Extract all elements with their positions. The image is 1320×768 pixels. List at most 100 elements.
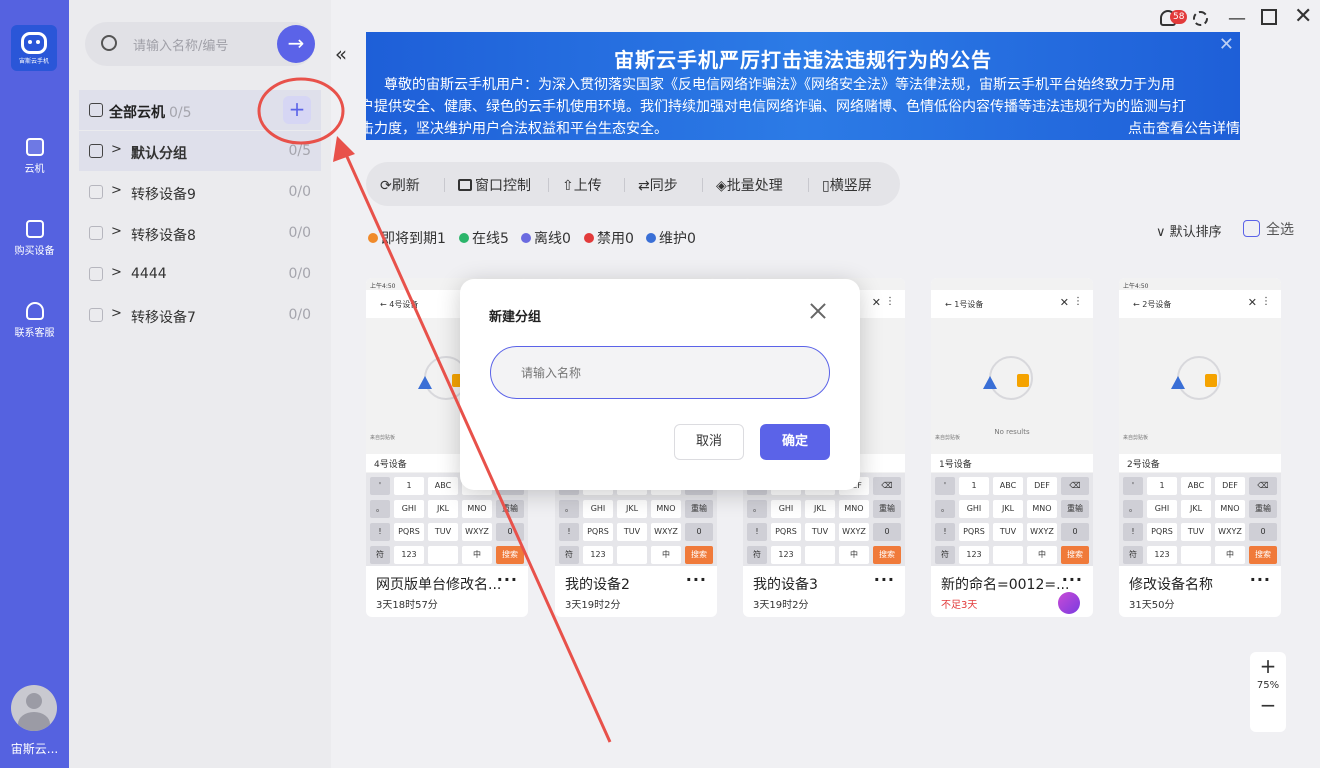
group-name: 转移设备9 bbox=[131, 187, 196, 203]
banned-dot-icon bbox=[584, 233, 594, 243]
nav-item-support[interactable]: 联系客服 bbox=[0, 302, 69, 339]
group-count: 0/0 bbox=[288, 307, 311, 323]
maintain-dot-icon bbox=[646, 233, 656, 243]
zoom-out-button[interactable]: − bbox=[1250, 691, 1286, 719]
group-all-count: 0/5 bbox=[169, 105, 192, 121]
group-row[interactable]: > 默认分组 0/5 bbox=[79, 131, 321, 171]
status-expiring[interactable]: 即将到期1 bbox=[368, 228, 446, 248]
cancel-button[interactable]: 取消 bbox=[674, 424, 744, 460]
chevron-right-icon[interactable]: > bbox=[111, 306, 122, 321]
close-icon[interactable] bbox=[806, 299, 830, 323]
keyboard-key: 。 bbox=[935, 500, 955, 518]
close-window-button[interactable]: ✕ bbox=[1294, 4, 1312, 29]
device-name[interactable]: 我的设备2 bbox=[565, 574, 630, 594]
sort-dropdown[interactable]: ∨ 默认排序 bbox=[1156, 221, 1222, 240]
device-name[interactable]: 修改设备名称 bbox=[1129, 574, 1213, 594]
phone-keyboard: '1ABCDEF⌫ 。GHIJKLMNO重输!PQRSTUVWXYZ0 符123 中搜… bbox=[1119, 473, 1281, 566]
checkbox[interactable] bbox=[89, 103, 103, 117]
device-remaining-time: 不足3天 bbox=[941, 600, 978, 611]
device-name[interactable]: 新的命名=0012=... bbox=[941, 574, 1069, 594]
banner-close-icon[interactable]: ✕ bbox=[1219, 34, 1234, 55]
checkbox[interactable] bbox=[1243, 220, 1260, 237]
avatar[interactable] bbox=[11, 685, 57, 731]
group-row[interactable]: > 转移设备7 0/0 bbox=[79, 295, 321, 335]
device-name[interactable]: 网页版单台修改名... bbox=[376, 574, 501, 594]
orientation-label: 横竖屏 bbox=[829, 178, 872, 194]
phone-screen-preview[interactable]: 上午4:50 ← 2号设备 ✕ ⋮ 来自剪贴板 2号设备 ' 1 ABC DEF ⌫ 。 GH… bbox=[1119, 278, 1281, 566]
zoom-in-button[interactable]: + bbox=[1250, 652, 1286, 680]
window-control-button[interactable]: 窗口控制 bbox=[458, 175, 531, 195]
keyboard-key: JKL bbox=[617, 500, 647, 518]
nav-item-cloud-phones[interactable]: 云机 bbox=[0, 138, 69, 175]
chevron-right-icon[interactable]: > bbox=[111, 183, 122, 198]
keyboard-key: DEF bbox=[1215, 477, 1245, 495]
keyboard-key: ABC bbox=[993, 477, 1023, 495]
search-bar[interactable]: 请输入名称/编号 → bbox=[85, 22, 315, 66]
phone-status-bar: 上午4:50 bbox=[1123, 283, 1149, 290]
zoom-control: + 75% − bbox=[1250, 652, 1286, 732]
device-name[interactable]: 我的设备3 bbox=[753, 574, 818, 594]
phone-card[interactable]: ← 1号设备 ✕ ⋮ No results 来自剪贴板 1号设备 ' 1 ABC DEF… bbox=[931, 278, 1093, 617]
more-options-icon[interactable]: ··· bbox=[1062, 570, 1083, 589]
more-options-icon[interactable]: ··· bbox=[497, 570, 518, 589]
chevron-right-icon[interactable]: > bbox=[111, 265, 122, 280]
phone-card[interactable]: 上午4:50 ← 2号设备 ✕ ⋮ 来自剪贴板 2号设备 ' 1 ABC DEF ⌫ 。 GH… bbox=[1119, 278, 1281, 617]
status-online[interactable]: 在线5 bbox=[459, 228, 509, 248]
search-submit-button[interactable]: → bbox=[277, 25, 315, 63]
keyboard-key: 123 bbox=[771, 546, 801, 564]
keyboard-key: 搜索 bbox=[496, 546, 524, 564]
double-chevron-left-icon: « bbox=[334, 42, 348, 66]
keyboard-key: 0 bbox=[496, 523, 524, 541]
keyboard-key: 0 bbox=[873, 523, 901, 541]
announcement-banner[interactable]: 宙斯云手机严厉打击违法违规行为的公告 尊敬的宙斯云手机用户：为深入贯彻落实国家《… bbox=[366, 32, 1240, 140]
banner-line: 尊敬的宙斯云手机用户：为深入贯彻落实国家《反电信网络诈骗法》《网络安全法》等法律… bbox=[384, 77, 1175, 93]
vip-badge-icon[interactable] bbox=[1058, 592, 1080, 614]
nav-item-buy-devices[interactable]: 购买设备 bbox=[0, 220, 69, 257]
group-row[interactable]: > 转移设备9 0/0 bbox=[79, 172, 321, 212]
orientation-button[interactable]: ▯横竖屏 bbox=[822, 175, 872, 195]
banner-details-link[interactable]: 点击查看公告详情 bbox=[1128, 118, 1240, 138]
close-icon: ✕ bbox=[1059, 296, 1069, 309]
keyboard-key bbox=[617, 546, 647, 564]
sync-button[interactable]: ⇄同步 bbox=[638, 175, 678, 195]
divider bbox=[702, 178, 703, 192]
group-name-input[interactable] bbox=[490, 346, 830, 399]
checkbox[interactable] bbox=[89, 308, 103, 322]
search-input[interactable]: 请输入名称/编号 bbox=[133, 35, 228, 54]
status-banned[interactable]: 禁用0 bbox=[584, 228, 634, 248]
more-options-icon[interactable]: ··· bbox=[686, 570, 707, 589]
phone-app-header: ← 1号设备 ✕ ⋮ bbox=[931, 290, 1093, 318]
confirm-button[interactable]: 确定 bbox=[760, 424, 830, 460]
keyboard-key: ' bbox=[370, 477, 390, 495]
plus-icon: + bbox=[288, 97, 306, 121]
group-row[interactable]: > 4444 0/0 bbox=[79, 254, 321, 294]
headset-icon bbox=[25, 302, 44, 320]
select-all[interactable]: 全选 bbox=[1243, 219, 1294, 239]
keyboard-key: MNO bbox=[462, 500, 492, 518]
checkbox[interactable] bbox=[89, 226, 103, 240]
refresh-button[interactable]: ⟳刷新 bbox=[380, 175, 420, 195]
nav-item-label: 购买设备 bbox=[14, 246, 55, 257]
checkbox[interactable] bbox=[89, 185, 103, 199]
status-maintain[interactable]: 维护0 bbox=[646, 228, 696, 248]
chevron-right-icon[interactable]: > bbox=[111, 224, 122, 239]
close-icon: ✕ bbox=[1294, 4, 1313, 29]
checkbox[interactable] bbox=[89, 144, 103, 158]
maximize-button[interactable] bbox=[1261, 9, 1277, 25]
batch-process-button[interactable]: ◈批量处理 bbox=[716, 175, 783, 195]
phone-screen-preview[interactable]: ← 1号设备 ✕ ⋮ No results 来自剪贴板 1号设备 ' 1 ABC DEF… bbox=[931, 278, 1093, 566]
more-options-icon[interactable]: ··· bbox=[1250, 570, 1271, 589]
group-count: 0/0 bbox=[288, 184, 311, 200]
username[interactable]: 宙斯云... bbox=[0, 740, 69, 757]
add-group-button[interactable]: + bbox=[283, 96, 311, 124]
status-offline[interactable]: 离线0 bbox=[521, 228, 571, 248]
collapse-panel-button[interactable]: « bbox=[331, 42, 351, 66]
group-row[interactable]: > 转移设备8 0/0 bbox=[79, 213, 321, 253]
upload-button[interactable]: ⇧上传 bbox=[562, 175, 602, 195]
minimize-button[interactable]: — bbox=[1228, 8, 1246, 29]
keyboard-key: PQRS bbox=[583, 523, 613, 541]
checkbox[interactable] bbox=[89, 267, 103, 281]
more-options-icon[interactable]: ··· bbox=[874, 570, 895, 589]
chevron-right-icon[interactable]: > bbox=[111, 142, 122, 157]
gear-icon[interactable] bbox=[1193, 11, 1208, 26]
